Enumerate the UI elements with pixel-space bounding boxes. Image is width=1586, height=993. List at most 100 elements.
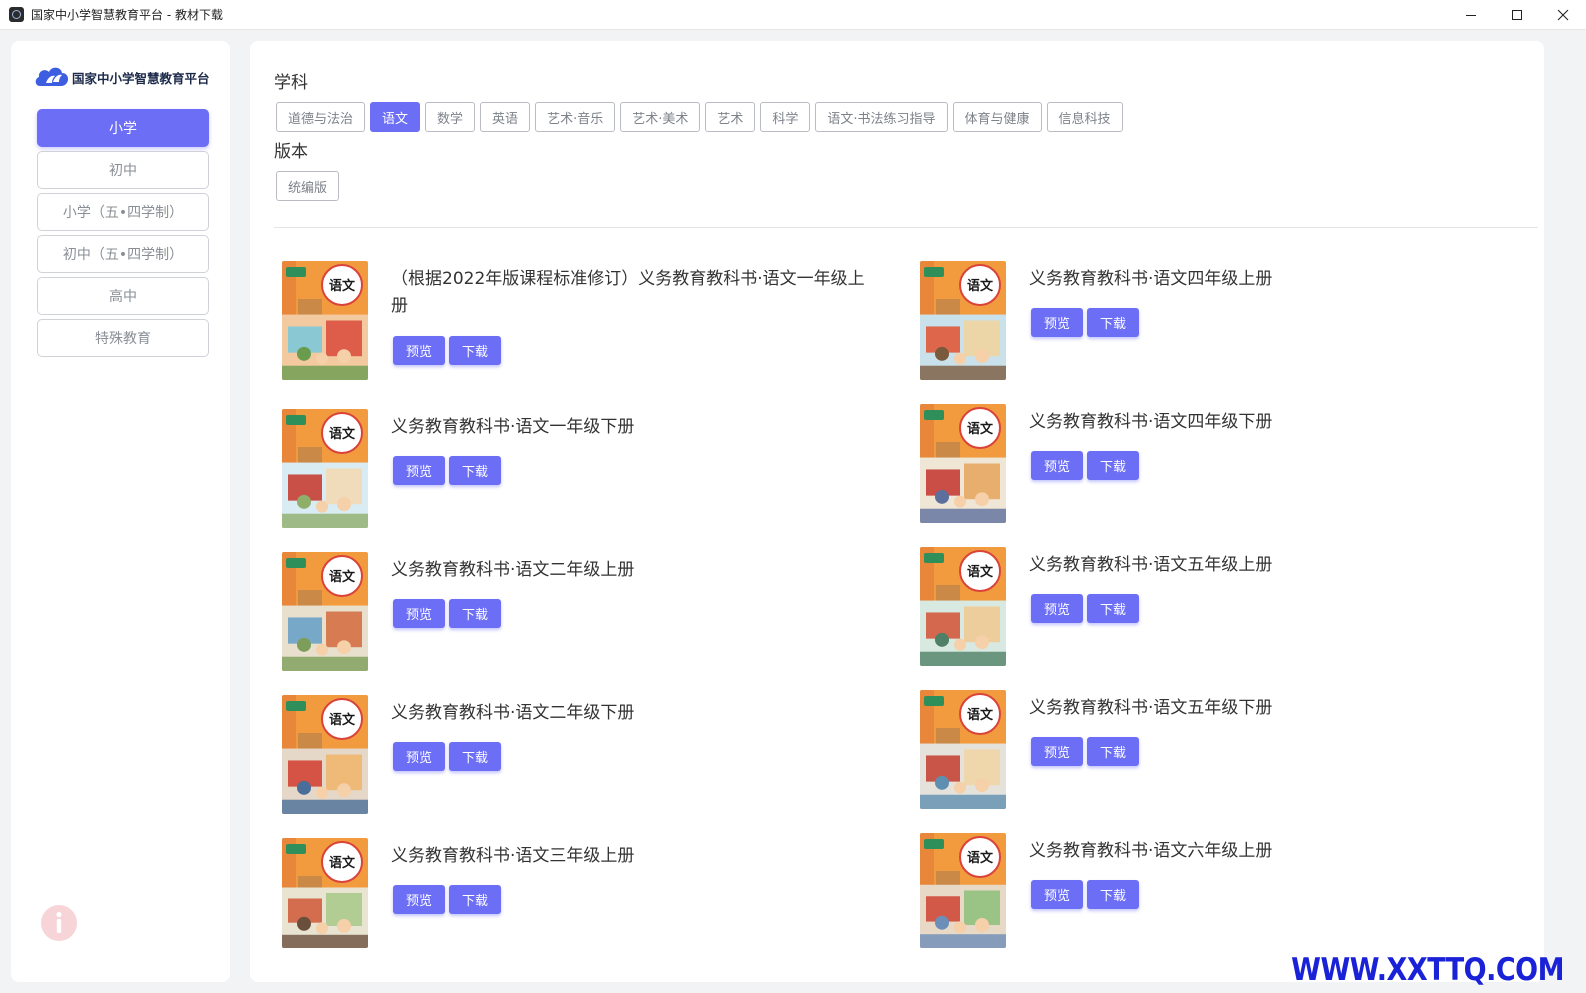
textbook-title: 义务教育教科书·语文五年级上册 — [1029, 555, 1273, 575]
close-icon — [1557, 9, 1569, 21]
cover-glyph: 语文 — [329, 712, 356, 728]
textbook-cover[interactable]: 语文 — [282, 552, 368, 671]
level-button[interactable]: 高中 — [37, 277, 209, 315]
preview-button[interactable]: 预览 — [1031, 737, 1083, 766]
download-button[interactable]: 下载 — [449, 336, 501, 365]
logo-text: 国家中小学智慧教育平台 — [72, 70, 210, 86]
subject-chip[interactable]: 英语 — [480, 102, 531, 132]
textbook-actions: 预览 下载 — [1031, 451, 1143, 480]
textbook-actions: 预览 下载 — [393, 336, 505, 365]
textbook-title: 义务教育教科书·语文三年级上册 — [391, 846, 635, 866]
download-button[interactable]: 下载 — [1087, 880, 1139, 909]
preview-button[interactable]: 预览 — [1031, 451, 1083, 480]
textbook-cover-image: 语文 — [920, 833, 1006, 948]
school-level-list: 小学初中小学（五•四学制） 初中（五•四学制） 高中特殊教育 — [37, 109, 209, 361]
cover-glyph: 语文 — [329, 426, 356, 442]
minimize-icon — [1466, 15, 1476, 16]
cloud-logo-icon — [35, 67, 69, 86]
subject-label: 学科 — [274, 73, 308, 93]
download-button[interactable]: 下载 — [1087, 451, 1139, 480]
preview-button[interactable]: 预览 — [393, 885, 445, 914]
minimize-button[interactable] — [1448, 0, 1494, 30]
subject-chip[interactable]: 数学 — [425, 102, 476, 132]
subject-chip[interactable]: 艺术·美术 — [620, 102, 701, 132]
level-button[interactable]: 小学 — [37, 109, 209, 147]
platform-logo[interactable]: 国家中小学智慧教育平台 — [34, 63, 210, 91]
download-button[interactable]: 下载 — [1087, 737, 1139, 766]
preview-button[interactable]: 预览 — [393, 336, 445, 365]
textbook-cover[interactable]: 语文 — [282, 409, 368, 528]
maximize-button[interactable] — [1494, 0, 1540, 30]
download-button[interactable]: 下载 — [1087, 308, 1139, 337]
textbook-cover-image: 语文 — [282, 552, 368, 671]
cover-glyph: 语文 — [967, 850, 994, 866]
preview-button[interactable]: 预览 — [393, 742, 445, 771]
cover-glyph: 语文 — [967, 278, 994, 294]
preview-button[interactable]: 预览 — [1031, 594, 1083, 623]
cover-glyph: 语文 — [329, 569, 356, 585]
textbook-actions: 预览 下载 — [393, 599, 505, 628]
preview-button[interactable]: 预览 — [1031, 880, 1083, 909]
main-panel: 学科 道德与法治 语文 数学 英语 艺术·音乐 艺术·美术 艺术 科学 语文·书法练习指导 体育与… — [250, 41, 1544, 982]
subject-chip[interactable]: 道德与法治 — [276, 102, 366, 132]
textbook-cover[interactable]: 语文 — [282, 838, 368, 948]
subject-filter: 道德与法治 语文 数学 英语 艺术·音乐 艺术·美术 艺术 科学 语文·书法练习指导 体育与健康信… — [276, 102, 1128, 132]
textbook-title: 义务教育教科书·语文二年级上册 — [391, 560, 635, 580]
download-button[interactable]: 下载 — [449, 742, 501, 771]
preview-button[interactable]: 预览 — [1031, 308, 1083, 337]
textbook-cover[interactable]: 语文 — [282, 695, 368, 814]
level-button[interactable]: 初中（五•四学制） — [37, 235, 209, 273]
textbook-cover[interactable]: 语文 — [282, 261, 368, 380]
level-button[interactable]: 小学（五•四学制） — [37, 193, 209, 231]
cover-glyph: 语文 — [329, 278, 356, 294]
edition-label: 版本 — [274, 142, 308, 162]
subject-chip[interactable]: 艺术·音乐 — [535, 102, 616, 132]
textbook-actions: 预览 下载 — [393, 885, 505, 914]
info-icon[interactable] — [40, 904, 78, 942]
textbook-actions: 预览 下载 — [393, 456, 505, 485]
preview-button[interactable]: 预览 — [393, 456, 445, 485]
textbook-cover-image: 语文 — [282, 695, 368, 814]
sidebar: 国家中小学智慧教育平台 小学初中小学（五•四学制） 初中（五•四学制） 高中特殊教育 — [11, 41, 230, 982]
download-button[interactable]: 下载 — [1087, 594, 1139, 623]
level-button[interactable]: 初中 — [37, 151, 209, 189]
title-bar: 国家中小学智慧教育平台 - 教材下载 — [0, 0, 1586, 30]
textbook-title: 义务教育教科书·语文四年级下册 — [1029, 412, 1273, 432]
textbook-cover-image: 语文 — [282, 261, 368, 380]
textbook-actions: 预览 下载 — [1031, 737, 1143, 766]
textbook-cover[interactable]: 语文 — [920, 547, 1006, 666]
window-title: 国家中小学智慧教育平台 - 教材下载 — [31, 8, 223, 22]
download-button[interactable]: 下载 — [449, 599, 501, 628]
textbook-cover-image: 语文 — [920, 404, 1006, 523]
subject-chip[interactable]: 科学 — [760, 102, 811, 132]
level-button[interactable]: 特殊教育 — [37, 319, 209, 357]
textbook-cover[interactable]: 语文 — [920, 690, 1006, 809]
close-button[interactable] — [1540, 0, 1586, 30]
textbook-cover[interactable]: 语文 — [920, 833, 1006, 948]
textbook-title: 义务教育教科书·语文四年级上册 — [1029, 269, 1273, 289]
cover-glyph: 语文 — [329, 855, 356, 871]
subject-chip[interactable]: 语文 — [370, 102, 421, 132]
app-icon — [9, 7, 24, 22]
download-button[interactable]: 下载 — [449, 885, 501, 914]
cover-glyph: 语文 — [967, 707, 994, 723]
textbook-cover[interactable]: 语文 — [920, 404, 1006, 523]
maximize-icon — [1512, 10, 1522, 20]
textbook-cover-image: 语文 — [920, 261, 1006, 380]
textbook-cover[interactable]: 语文 — [920, 261, 1006, 380]
edition-chip[interactable]: 统编版 — [276, 171, 340, 201]
textbook-title: 义务教育教科书·语文一年级下册 — [391, 417, 635, 437]
watermark: WWW.XXTTQ.COM — [1291, 952, 1564, 988]
textbook-title: （根据2022年版课程标准修订）义务教育教科书·语文一年级上册 — [391, 269, 865, 316]
subject-chip[interactable]: 信息科技 — [1046, 102, 1123, 132]
textbook-title: 义务教育教科书·语文二年级下册 — [391, 703, 635, 723]
subject-chip[interactable]: 语文·书法练习指导 — [815, 102, 948, 132]
subject-chip[interactable]: 艺术 — [705, 102, 756, 132]
cover-glyph: 语文 — [967, 421, 994, 437]
textbook-cover-image: 语文 — [282, 838, 368, 948]
textbook-actions: 预览 下载 — [393, 742, 505, 771]
subject-chip[interactable]: 体育与健康 — [952, 102, 1042, 132]
textbook-cover-image: 语文 — [282, 409, 368, 528]
download-button[interactable]: 下载 — [449, 456, 501, 485]
preview-button[interactable]: 预览 — [393, 599, 445, 628]
